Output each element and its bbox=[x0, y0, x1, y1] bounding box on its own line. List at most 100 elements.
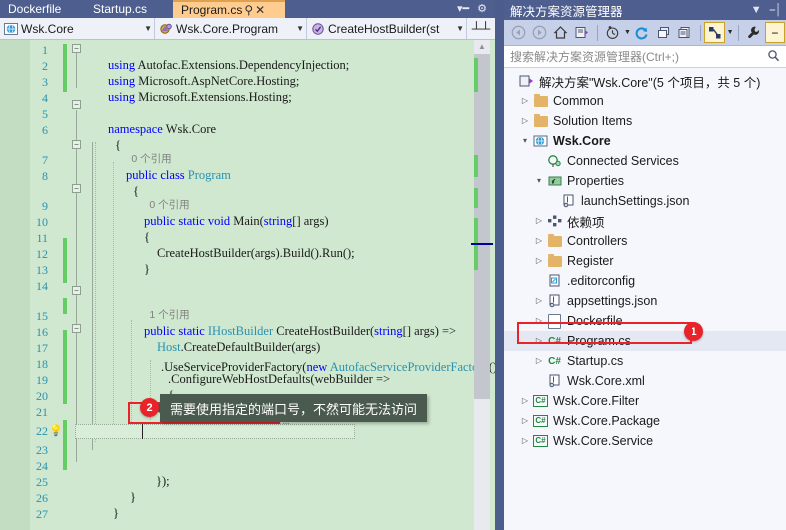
tree-item-dependencies[interactable]: ▷ 依赖项 bbox=[504, 211, 786, 231]
expander[interactable]: ▷ bbox=[518, 431, 532, 451]
folder-icon bbox=[532, 93, 549, 109]
tree-label: Solution Items bbox=[553, 114, 633, 128]
chevron-down-icon[interactable]: ▼ bbox=[144, 24, 152, 33]
tree-item-wsk-core-service[interactable]: ▷ C# Wsk.Core.Service bbox=[504, 431, 786, 451]
statement: }); bbox=[156, 474, 170, 488]
nav-member-dropdown[interactable]: CreateHostBuilder(st ▼ bbox=[307, 18, 467, 39]
tree-item-wsk-core-project[interactable]: ▾ Wsk.Core bbox=[504, 131, 786, 151]
tree-item-startup-cs[interactable]: ▷ C# Startup.cs bbox=[504, 351, 786, 371]
pane-splitter[interactable] bbox=[495, 0, 504, 530]
collapse-toggle[interactable]: − bbox=[72, 140, 81, 149]
line-number: 26 bbox=[36, 491, 48, 505]
dropdown-list-icon[interactable]: ▾━ bbox=[457, 3, 469, 15]
chevron-down-icon[interactable]: ▼ bbox=[296, 24, 304, 33]
expander[interactable]: ▷ bbox=[532, 351, 546, 371]
line-number: 20 bbox=[36, 389, 48, 403]
tree-item-common[interactable]: ▷ Common bbox=[504, 91, 786, 111]
tree-item-editorconfig[interactable]: .editorconfig bbox=[504, 271, 786, 291]
show-all-files-icon[interactable] bbox=[572, 22, 592, 43]
tree-item-properties[interactable]: ▾ Properties bbox=[504, 171, 786, 191]
chevron-down-icon[interactable]: ▼ bbox=[456, 24, 464, 33]
properties-wrench-icon[interactable] bbox=[743, 22, 763, 43]
tree-item-wsk-core-filter[interactable]: ▷ C# Wsk.Core.Filter bbox=[504, 391, 786, 411]
editor-tab-strip: Dockerfile Startup.cs Program.cs ⚲ ✕ ▾━ … bbox=[0, 0, 495, 18]
change-indicator bbox=[63, 44, 67, 92]
solution-explorer-pane: 解决方案资源管理器 ▼ ⎯│ ▼ ▼ − 搜索解决方案资源管理器(Ctrl+;)… bbox=[504, 0, 786, 530]
tree-item-solution[interactable]: 解决方案"Wsk.Core"(5 个项目，共 5 个) bbox=[504, 71, 786, 91]
pin-icon[interactable]: ⚲ bbox=[244, 4, 253, 16]
pin-icon[interactable]: ⎯│ bbox=[770, 4, 782, 17]
editorconfig-file-icon bbox=[546, 273, 563, 289]
expander[interactable]: ▷ bbox=[532, 251, 546, 271]
expander[interactable]: ▷ bbox=[518, 111, 532, 131]
tree-item-register[interactable]: ▷ Register bbox=[504, 251, 786, 271]
pending-changes-icon[interactable] bbox=[602, 22, 622, 43]
chevron-down-icon[interactable]: ▼ bbox=[623, 29, 632, 36]
expander[interactable]: ▷ bbox=[532, 231, 546, 251]
dropdown-caret-icon[interactable]: ▼ bbox=[751, 4, 762, 16]
change-indicator bbox=[63, 330, 67, 404]
annotation-box-program-cs bbox=[517, 322, 692, 344]
more-options-icon[interactable]: − bbox=[764, 22, 785, 43]
search-input[interactable]: 搜索解决方案资源管理器(Ctrl+;) bbox=[510, 48, 767, 65]
back-icon[interactable] bbox=[508, 22, 528, 43]
lightbulb-quickactions-icon[interactable]: 💡 bbox=[49, 425, 63, 437]
tree-item-wsk-core-package[interactable]: ▷ C# Wsk.Core.Package bbox=[504, 411, 786, 431]
refresh-icon[interactable] bbox=[632, 22, 652, 43]
expander[interactable]: ▷ bbox=[518, 411, 532, 431]
split-window-icon[interactable]: ┴┴ bbox=[467, 18, 495, 39]
line-number: 14 bbox=[36, 279, 48, 293]
expander[interactable]: ▷ bbox=[518, 91, 532, 111]
tab-program-cs[interactable]: Program.cs ⚲ ✕ bbox=[173, 0, 285, 18]
collapse-toggle[interactable]: − bbox=[72, 100, 81, 109]
keyword-using: using bbox=[108, 90, 136, 104]
json-file-icon bbox=[546, 293, 563, 309]
tree-item-launchsettings-json[interactable]: launchSettings.json bbox=[504, 191, 786, 211]
line-number: 24 bbox=[36, 459, 48, 473]
expander[interactable]: ▷ bbox=[518, 391, 532, 411]
scroll-up-arrow[interactable]: ▲ bbox=[474, 40, 490, 54]
line-number: 15 bbox=[36, 309, 48, 323]
close-icon[interactable]: ✕ bbox=[255, 4, 265, 16]
tree-item-wsk-core-xml[interactable]: Wsk.Core.xml bbox=[504, 371, 786, 391]
tree-label: Wsk.Core.Package bbox=[553, 414, 660, 428]
tree-item-controllers[interactable]: ▷ Controllers bbox=[504, 231, 786, 251]
settings-gear-icon[interactable]: ⚙ bbox=[477, 3, 487, 15]
expander[interactable]: ▷ bbox=[532, 291, 546, 311]
collapse-toggle[interactable]: − bbox=[72, 324, 81, 333]
collapse-toggle[interactable]: − bbox=[72, 286, 81, 295]
nav-project-dropdown[interactable]: Wsk.Core ▼ bbox=[0, 18, 155, 39]
nav-class-dropdown[interactable]: Wsk.Core.Program ▼ bbox=[155, 18, 307, 39]
tab-dockerfile[interactable]: Dockerfile bbox=[0, 0, 85, 18]
expander[interactable]: ▾ bbox=[532, 171, 546, 191]
solution-explorer-search[interactable]: 搜索解决方案资源管理器(Ctrl+;) bbox=[504, 46, 786, 68]
tree-item-solution-items[interactable]: ▷ Solution Items bbox=[504, 111, 786, 131]
line-number: 27 bbox=[36, 507, 48, 521]
collapse-all-icon[interactable] bbox=[653, 22, 673, 43]
tab-label: Program.cs bbox=[181, 3, 243, 17]
tree-label: Register bbox=[567, 254, 614, 268]
line-number: 11 bbox=[36, 231, 48, 245]
annotation-badge-2: 2 bbox=[140, 398, 159, 417]
home-icon[interactable] bbox=[550, 22, 570, 43]
tab-startup-cs[interactable]: Startup.cs bbox=[85, 0, 173, 18]
preview-selected-items-icon[interactable] bbox=[704, 22, 725, 43]
tree-item-appsettings-json[interactable]: ▷ appsettings.json bbox=[504, 291, 786, 311]
solution-tree[interactable]: 解决方案"Wsk.Core"(5 个项目，共 5 个) ▷ Common ▷ S… bbox=[504, 68, 786, 530]
tree-item-connected-services[interactable]: Connected Services bbox=[504, 151, 786, 171]
expander[interactable]: ▾ bbox=[518, 131, 532, 151]
view-code-icon[interactable] bbox=[674, 22, 694, 43]
collapse-toggle[interactable]: − bbox=[72, 184, 81, 193]
class-icon bbox=[158, 21, 173, 36]
search-icon[interactable] bbox=[767, 49, 780, 65]
expander[interactable]: ▷ bbox=[532, 211, 546, 231]
code-line-11: CreateHostBuilder(args).Build().Run(); bbox=[132, 231, 355, 276]
chevron-down-icon[interactable]: ▼ bbox=[726, 29, 735, 36]
code-text-area[interactable]: − − − − − − 1 2 3 4 5 6 7 8 9 10 11 12 1… bbox=[0, 40, 495, 530]
brace: } bbox=[113, 506, 119, 520]
code-line-24: }); bbox=[131, 459, 170, 504]
method-name: Main( bbox=[233, 214, 264, 228]
code-line-12: } bbox=[119, 247, 150, 292]
forward-icon[interactable] bbox=[529, 22, 549, 43]
collapse-toggle[interactable]: − bbox=[72, 44, 81, 53]
